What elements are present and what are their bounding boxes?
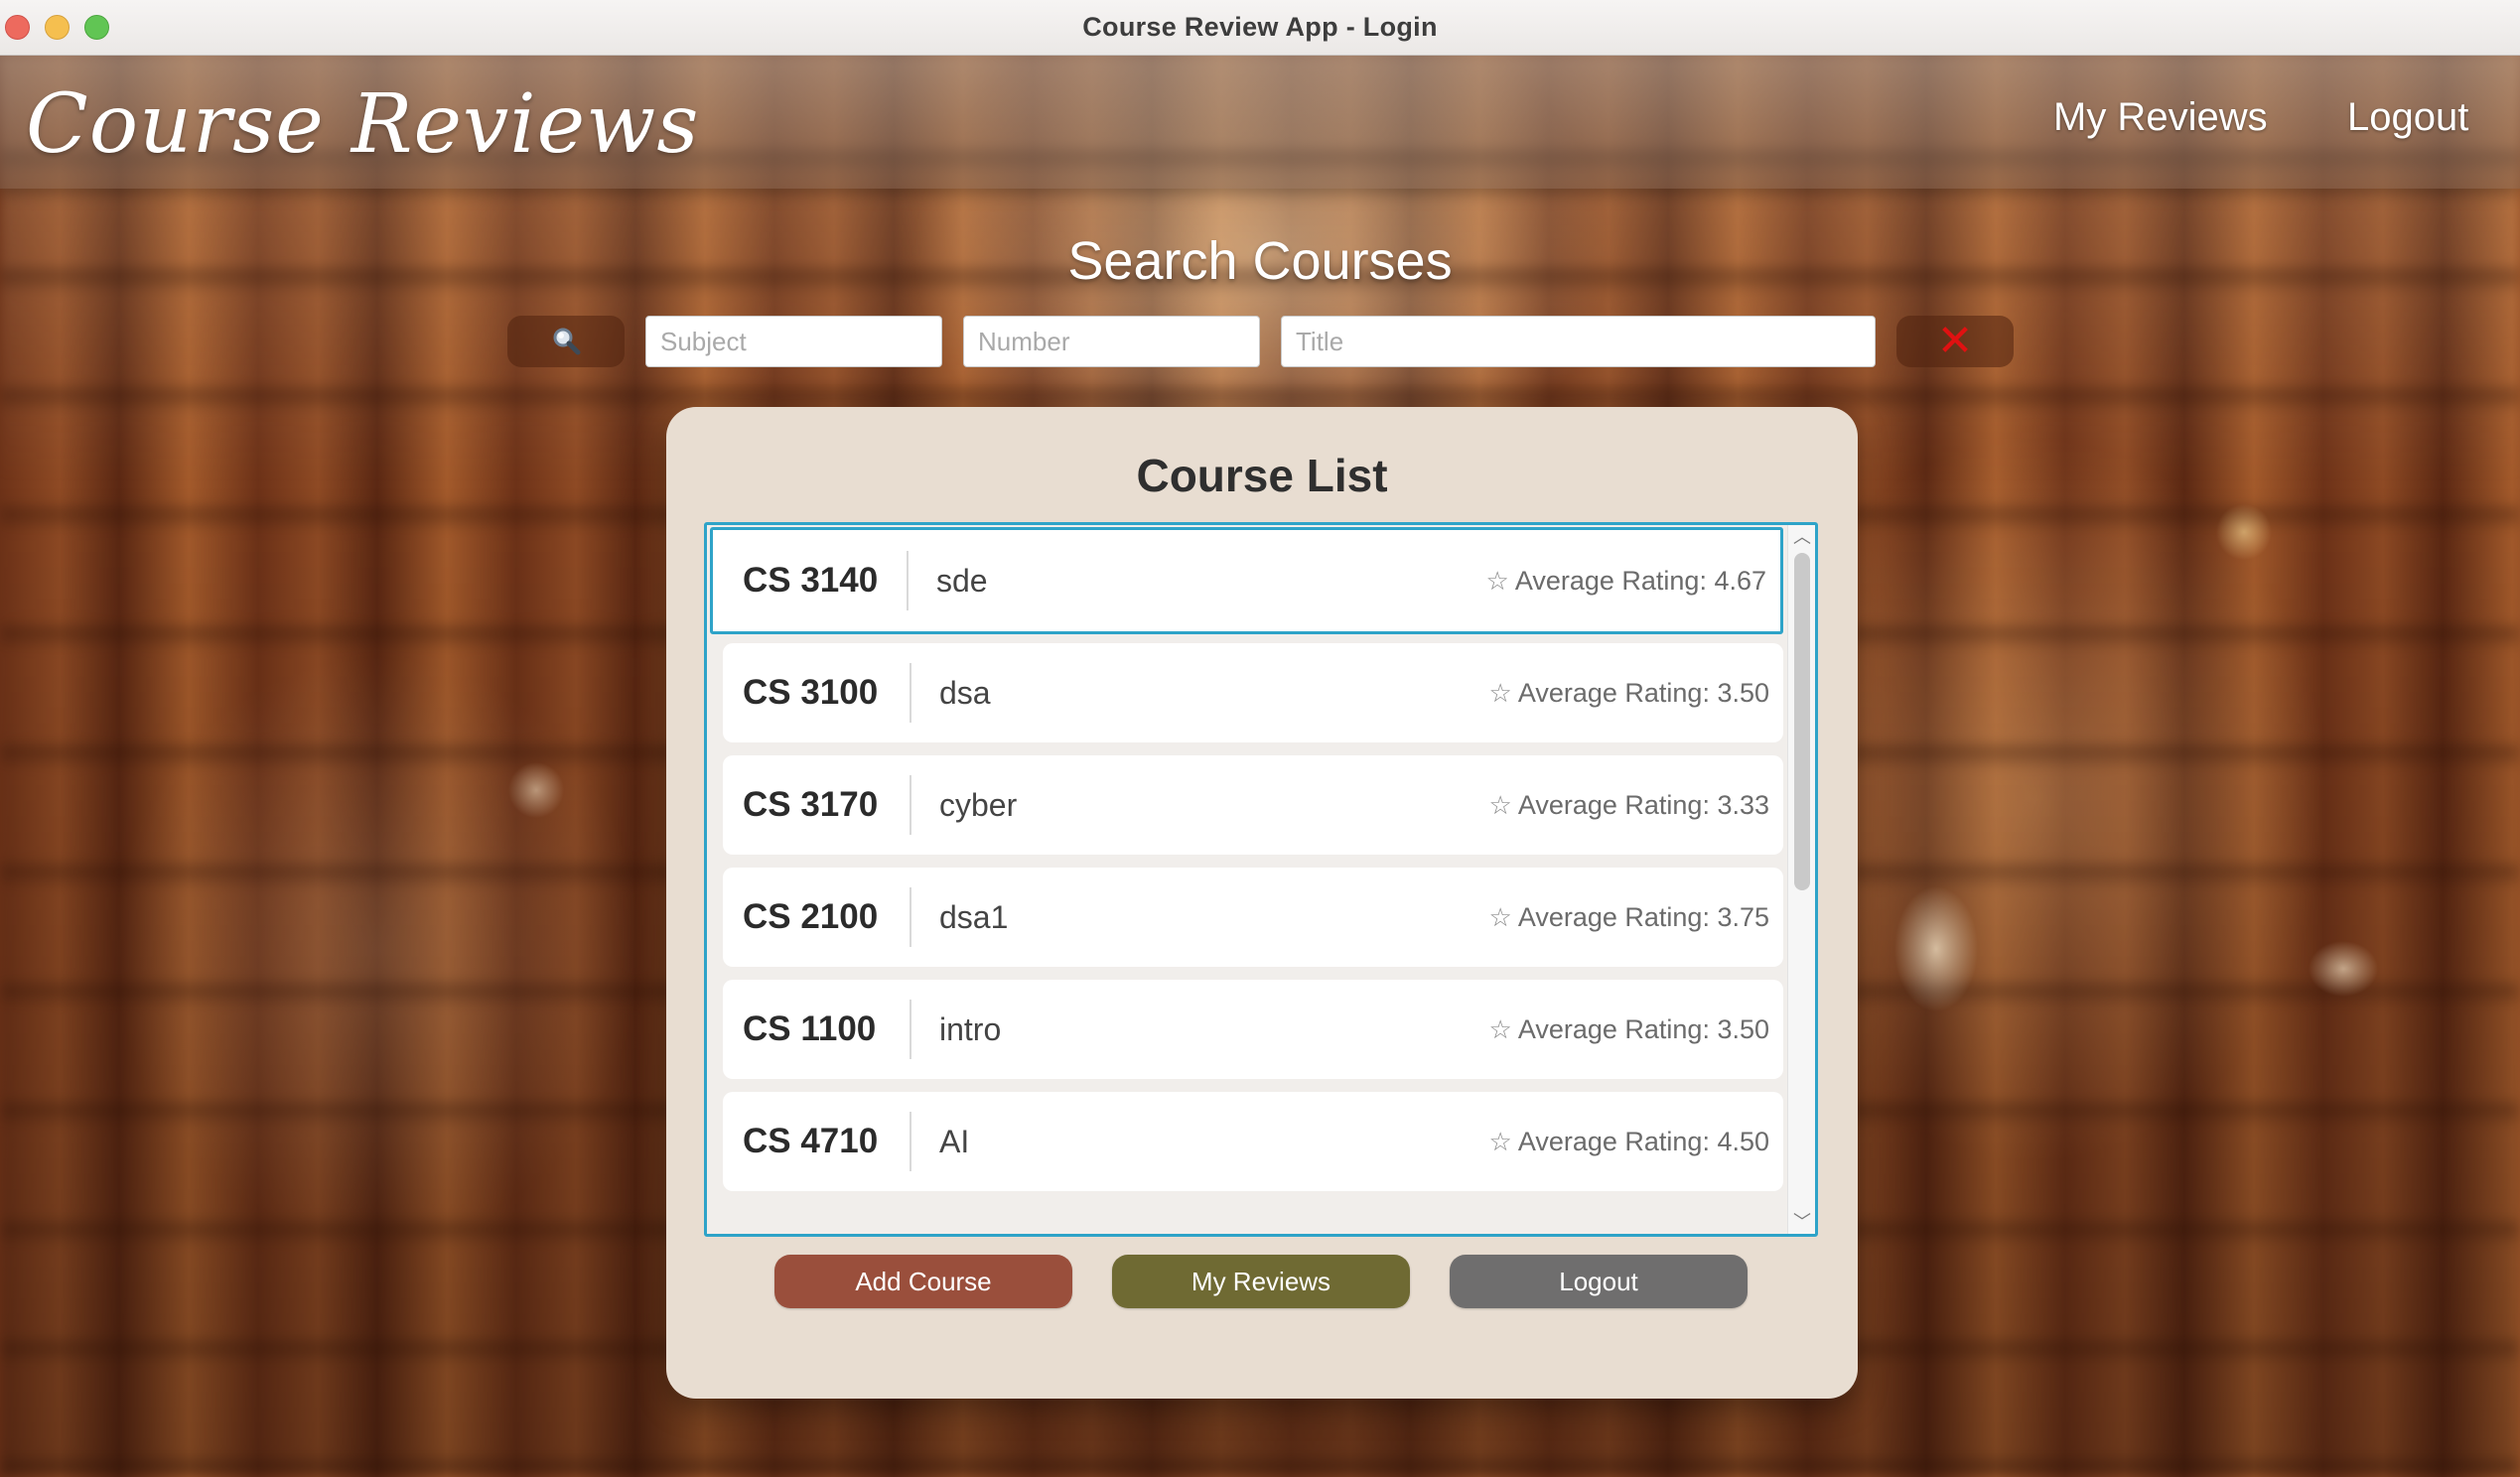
course-rating: ☆ Average Rating: 3.75 xyxy=(1489,902,1784,933)
course-rating-text: Average Rating: 3.50 xyxy=(1517,677,1769,708)
course-name: AI xyxy=(939,1123,970,1159)
course-name: cyber xyxy=(939,786,1018,823)
course-name: intro xyxy=(939,1010,1002,1047)
star-outline-icon: ☆ xyxy=(1485,565,1509,596)
course-row[interactable]: CS 3100 dsa ☆ Average Rating: 3.50 xyxy=(723,643,1783,742)
star-outline-icon: ☆ xyxy=(1488,677,1512,708)
scroll-down-arrow-icon[interactable]: ﹀ xyxy=(1788,1210,1815,1234)
add-course-button[interactable]: Add Course xyxy=(774,1255,1072,1308)
course-rows: CS 3140 sde ☆ Average Rating: 4.67 CS 3100 ds… xyxy=(707,525,1787,1234)
window-title: Course Review App - Login xyxy=(1082,12,1438,42)
course-name: dsa xyxy=(939,674,991,711)
course-list-title: Course List xyxy=(1136,450,1388,501)
course-rating-text: Average Rating: 3.33 xyxy=(1517,789,1769,820)
clear-search-button[interactable]: ✕ xyxy=(1896,316,2014,367)
course-rating: ☆ Average Rating: 4.67 xyxy=(1486,566,1781,597)
course-row[interactable]: CS 4710 AI ☆ Average Rating: 4.50 xyxy=(723,1092,1783,1191)
course-list-scrollbar[interactable]: ︿ ﹀ xyxy=(1787,525,1815,1234)
nav-my-reviews-link[interactable]: My Reviews xyxy=(2053,95,2268,140)
scroll-up-arrow-icon[interactable]: ︿ xyxy=(1788,525,1815,549)
course-code: CS 4710 xyxy=(743,1122,879,1160)
my-reviews-button[interactable]: My Reviews xyxy=(1112,1255,1410,1308)
brand-logo: Course Reviews xyxy=(26,77,700,172)
star-outline-icon: ☆ xyxy=(1488,1013,1512,1044)
course-code: CS 1100 xyxy=(743,1009,877,1048)
course-code: CS 2100 xyxy=(743,897,879,936)
course-rating: ☆ Average Rating: 3.50 xyxy=(1489,678,1784,709)
app-header: Course Reviews My Reviews Logout xyxy=(0,56,2520,189)
star-outline-icon: ☆ xyxy=(1488,789,1512,820)
course-row[interactable]: CS 2100 dsa1 ☆ Average Rating: 3.75 xyxy=(723,868,1783,967)
title-input[interactable] xyxy=(1281,316,1876,367)
close-icon: ✕ xyxy=(1936,317,1974,365)
course-rating-text: Average Rating: 4.50 xyxy=(1517,1126,1769,1156)
subject-input[interactable] xyxy=(645,316,942,367)
course-rating: ☆ Average Rating: 4.50 xyxy=(1489,1127,1784,1157)
course-list[interactable]: CS 3140 sde ☆ Average Rating: 4.67 CS 3100 ds… xyxy=(704,522,1818,1237)
course-rating-text: Average Rating: 3.50 xyxy=(1517,1013,1769,1044)
course-rating: ☆ Average Rating: 3.33 xyxy=(1489,790,1784,821)
magnifier-icon xyxy=(553,328,581,355)
course-rating-text: Average Rating: 3.75 xyxy=(1517,901,1769,932)
search-heading: Search Courses xyxy=(1067,231,1453,291)
window-titlebar: Course Review App - Login xyxy=(0,0,2520,56)
scroll-thumb[interactable] xyxy=(1794,553,1810,890)
course-name: sde xyxy=(936,562,988,599)
course-code: CS 3100 xyxy=(743,673,879,712)
search-button[interactable] xyxy=(507,316,625,367)
course-row[interactable]: CS 3140 sde ☆ Average Rating: 4.67 xyxy=(710,527,1783,634)
course-rating-text: Average Rating: 4.67 xyxy=(1514,565,1766,596)
course-row[interactable]: CS 3170 cyber ☆ Average Rating: 3.33 xyxy=(723,755,1783,855)
course-row[interactable]: CS 1100 intro ☆ Average Rating: 3.50 xyxy=(723,980,1783,1079)
number-input[interactable] xyxy=(963,316,1260,367)
star-outline-icon: ☆ xyxy=(1488,1126,1512,1156)
star-outline-icon: ☆ xyxy=(1488,901,1512,932)
course-panel: Course List CS 3140 sde ☆ Average Rating: 4… xyxy=(666,407,1858,1399)
course-code: CS 3140 xyxy=(743,561,879,600)
course-code: CS 3170 xyxy=(743,785,879,824)
logout-button[interactable]: Logout xyxy=(1450,1255,1748,1308)
course-name: dsa1 xyxy=(939,898,1009,935)
course-rating: ☆ Average Rating: 3.50 xyxy=(1489,1014,1784,1045)
nav-logout-link[interactable]: Logout xyxy=(2347,95,2468,140)
